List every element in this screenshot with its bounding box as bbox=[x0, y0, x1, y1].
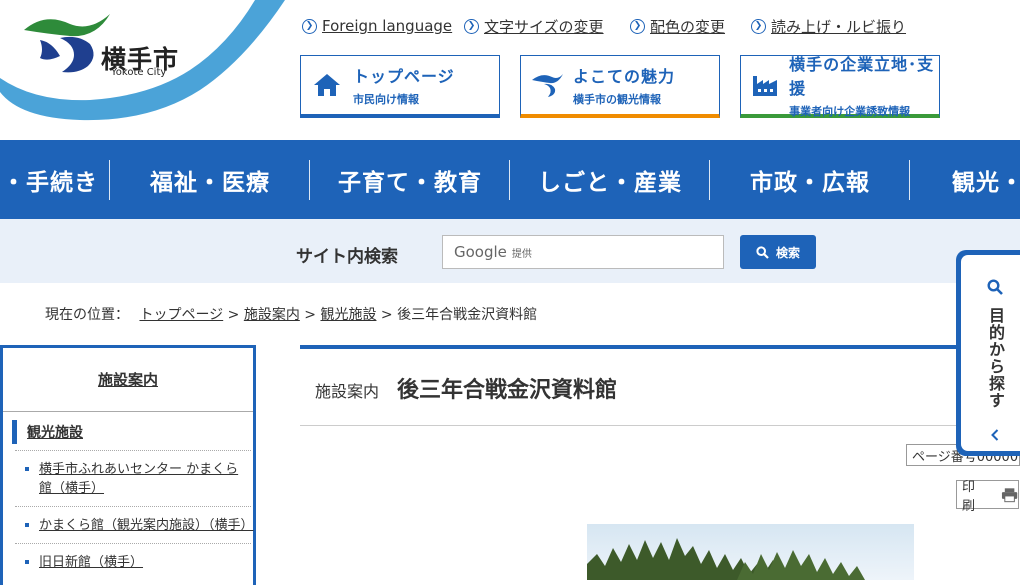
util-link-label: 配色の変更 bbox=[650, 17, 726, 36]
chevron-right-icon: ❯ bbox=[630, 18, 645, 34]
site-header: 横手市 Yokote City ❯ Foreign language ❯ 文字サ… bbox=[0, 0, 1020, 140]
color-scheme-link[interactable]: ❯ 配色の変更 bbox=[630, 16, 725, 36]
attractions-button[interactable]: よこての魅力 横手市の観光情報 bbox=[520, 55, 720, 118]
util-link-label: Foreign language bbox=[322, 17, 453, 35]
nav-divider bbox=[909, 160, 910, 200]
global-nav: ・手続き 福祉・医療 子育て・教育 しごと・産業 市政・広報 観光・ bbox=[0, 140, 1020, 219]
sidebar-item-label: 旧日新館（横手） bbox=[39, 555, 144, 570]
breadcrumb-tourism-facilities[interactable]: 観光施設 bbox=[320, 307, 376, 323]
page-category: 施設案内 bbox=[315, 382, 380, 401]
page-title: 施設案内 後三年合戦金沢資料館 bbox=[315, 372, 617, 404]
font-size-link[interactable]: ❯ 文字サイズの変更 bbox=[464, 16, 604, 36]
nav-municipal-pr[interactable]: 市政・広報 bbox=[710, 160, 910, 200]
search-button-label: 検索 bbox=[775, 245, 800, 260]
breadcrumb-facility-guide[interactable]: 施設案内 bbox=[244, 307, 300, 323]
city-mark-icon bbox=[521, 72, 573, 98]
search-icon bbox=[987, 279, 1003, 295]
drawer-label: 目的から探す bbox=[986, 307, 1005, 409]
breadcrumb-separator: > bbox=[304, 307, 317, 323]
page-title-text: 後三年合戦金沢資料館 bbox=[397, 378, 618, 403]
sidebar: 施設案内 観光施設 横手市ふれあいセンター かまくら館（横手） かまくら館（観光… bbox=[0, 345, 256, 585]
chevron-right-icon: ❯ bbox=[464, 18, 479, 34]
nav-childcare-education[interactable]: 子育て・教育 bbox=[310, 160, 510, 200]
purpose-search-drawer[interactable]: 目的から探す bbox=[956, 250, 1020, 456]
facility-photo bbox=[587, 524, 914, 580]
sidebar-item[interactable]: 横手市ふれあいセンター かまくら館（横手） bbox=[15, 450, 251, 506]
chevron-left-icon bbox=[991, 429, 999, 441]
quick-button-title: よこての魅力 bbox=[573, 67, 676, 86]
breadcrumb-separator: > bbox=[380, 307, 393, 323]
sidebar-item-label: 横手市ふれあいセンター かまくら館（横手） bbox=[39, 462, 239, 496]
house-icon bbox=[301, 72, 353, 98]
nav-tourism[interactable]: 観光・ bbox=[912, 160, 1020, 200]
sidebar-item[interactable]: 旧日新館（横手） bbox=[15, 543, 251, 580]
util-link-label: 読み上げ・ルビ振り bbox=[771, 17, 907, 36]
city-name-en: Yokote City bbox=[111, 67, 167, 78]
quick-button-title: 横手の企業立地･支援 bbox=[789, 55, 935, 98]
powered-by-label: 提供 bbox=[511, 248, 532, 260]
quick-button-subtitle: 事業者向け企業誘致情報 bbox=[789, 105, 911, 118]
chevron-right-icon: ❯ bbox=[751, 18, 766, 34]
quick-button-subtitle: 市民向け情報 bbox=[353, 93, 419, 106]
nav-work-industry[interactable]: しごと・産業 bbox=[510, 160, 710, 200]
print-button[interactable]: 印刷 bbox=[956, 480, 1019, 514]
printer-icon bbox=[1001, 487, 1018, 502]
nav-procedures[interactable]: ・手続き bbox=[0, 160, 100, 200]
sidebar-item[interactable]: かまくら館（観光案内施設）（横手） bbox=[15, 506, 254, 543]
site-search: サイト内検索 Google 提供 検索 bbox=[0, 219, 1020, 283]
sidebar-list: 横手市ふれあいセンター かまくら館（横手） かまくら館（観光案内施設）（横手） … bbox=[15, 450, 254, 580]
main-top-rule bbox=[300, 345, 980, 349]
print-label: 印刷 bbox=[962, 479, 976, 514]
search-icon bbox=[756, 245, 769, 259]
business-support-button[interactable]: 横手の企業立地･支援 事業者向け企業誘致情報 bbox=[740, 55, 940, 118]
sidebar-heading[interactable]: 施設案内 bbox=[3, 348, 253, 412]
foreign-language-link[interactable]: ❯ Foreign language bbox=[302, 16, 452, 36]
read-aloud-link[interactable]: ❯ 読み上げ・ルビ振り bbox=[751, 16, 906, 36]
breadcrumb-separator: > bbox=[227, 307, 240, 323]
breadcrumb: 現在の位置： トップページ > 施設案内 > 観光施設 > 後三年合戦金沢資料館 bbox=[45, 304, 537, 324]
util-link-label: 文字サイズの変更 bbox=[484, 17, 604, 36]
drawer-panel: 目的から探す bbox=[961, 255, 1020, 451]
top-page-button[interactable]: トップページ 市民向け情報 bbox=[300, 55, 500, 118]
chevron-right-icon: ❯ bbox=[302, 18, 317, 34]
search-label: サイト内検索 bbox=[296, 247, 398, 267]
quick-button-subtitle: 横手市の観光情報 bbox=[573, 93, 661, 106]
quick-button-title: トップページ bbox=[353, 67, 455, 86]
search-input[interactable]: Google 提供 bbox=[442, 235, 724, 269]
sidebar-subheading[interactable]: 観光施設 bbox=[12, 420, 253, 444]
search-button[interactable]: 検索 bbox=[740, 235, 816, 269]
title-divider bbox=[300, 425, 1020, 426]
factory-icon bbox=[741, 72, 789, 98]
breadcrumb-top-page[interactable]: トップページ bbox=[139, 307, 223, 323]
sidebar-item-label: かまくら館（観光案内施設）（横手） bbox=[39, 518, 254, 533]
google-logo: Google bbox=[454, 243, 507, 261]
nav-welfare-medical[interactable]: 福祉・医療 bbox=[110, 160, 310, 200]
breadcrumb-prefix: 現在の位置： bbox=[45, 307, 129, 323]
breadcrumb-current: 後三年合戦金沢資料館 bbox=[397, 307, 538, 323]
